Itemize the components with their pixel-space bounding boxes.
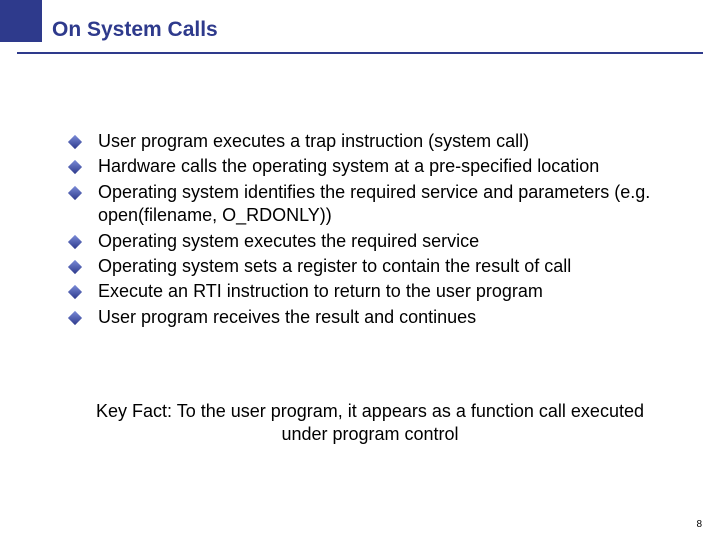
- list-item-text: User program receives the result and con…: [98, 306, 476, 329]
- list-item-text: Operating system executes the required s…: [98, 230, 479, 253]
- list-item-text: Hardware calls the operating system at a…: [98, 155, 599, 178]
- list-item-text: Operating system sets a register to cont…: [98, 255, 571, 278]
- diamond-bullet-icon: [68, 311, 82, 325]
- diamond-bullet-icon: [68, 186, 82, 200]
- page-number: 8: [696, 519, 702, 530]
- corner-accent-block: [0, 0, 42, 42]
- list-item: Operating system identifies the required…: [70, 181, 670, 228]
- bullet-list: User program executes a trap instruction…: [70, 130, 670, 331]
- diamond-bullet-icon: [68, 135, 82, 149]
- list-item-text: Operating system identifies the required…: [98, 181, 670, 228]
- list-item: Operating system executes the required s…: [70, 230, 670, 253]
- key-fact-text: Key Fact: To the user program, it appear…: [90, 400, 650, 445]
- title-divider: [17, 52, 703, 54]
- list-item-text: User program executes a trap instruction…: [98, 130, 529, 153]
- diamond-bullet-icon: [68, 285, 82, 299]
- diamond-bullet-icon: [68, 234, 82, 248]
- list-item: Execute an RTI instruction to return to …: [70, 280, 670, 303]
- diamond-bullet-icon: [68, 160, 82, 174]
- diamond-bullet-icon: [68, 260, 82, 274]
- list-item: User program receives the result and con…: [70, 306, 670, 329]
- list-item: Operating system sets a register to cont…: [70, 255, 670, 278]
- list-item: User program executes a trap instruction…: [70, 130, 670, 153]
- list-item-text: Execute an RTI instruction to return to …: [98, 280, 543, 303]
- list-item: Hardware calls the operating system at a…: [70, 155, 670, 178]
- slide-title: On System Calls: [52, 18, 218, 42]
